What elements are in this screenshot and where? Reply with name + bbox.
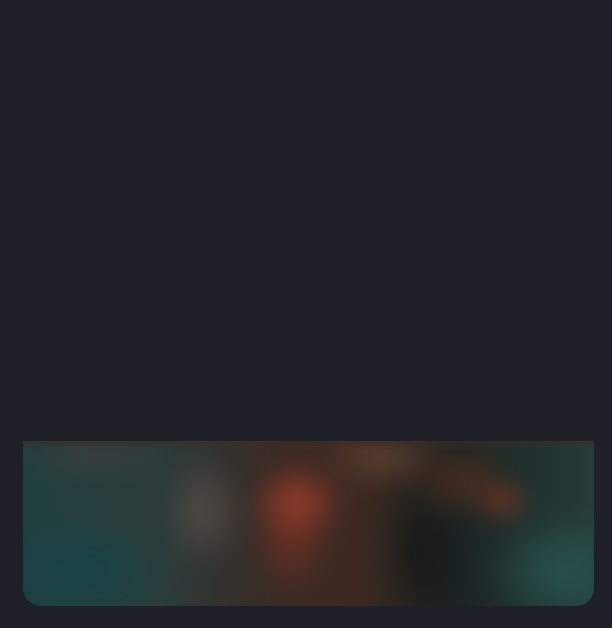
media-card[interactable] [23, 441, 594, 606]
image-top-fade [23, 441, 594, 451]
page-background [0, 0, 612, 628]
blurred-thumbnail-image [23, 441, 594, 606]
